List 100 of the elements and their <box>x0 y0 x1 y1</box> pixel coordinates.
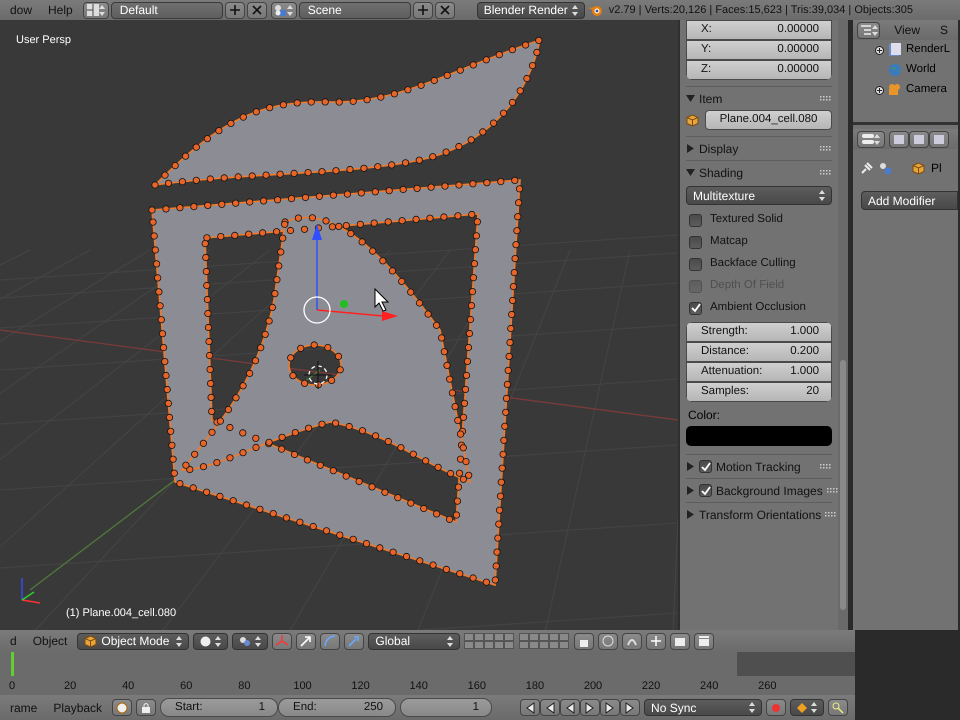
skip-end-icon <box>624 702 636 714</box>
menu-item[interactable]: S <box>934 21 954 39</box>
playback-button[interactable] <box>540 699 560 716</box>
editor-type-button[interactable] <box>857 22 880 38</box>
render-engine-dropdown[interactable]: Blender Render <box>476 2 585 18</box>
disclosure-triangle-icon[interactable] <box>686 462 695 471</box>
object-name-field[interactable]: Plane.004_cell.080 <box>705 110 832 130</box>
checkbox[interactable] <box>689 302 702 314</box>
panel-title[interactable]: Shading <box>699 164 816 182</box>
panel-title[interactable]: Item <box>699 90 816 108</box>
panel-title[interactable]: Transform Orientations <box>699 506 822 524</box>
up-down-arrows-icon <box>255 636 262 646</box>
active-object-label: (1) Plane.004_cell.080 <box>66 606 176 621</box>
transform-gizmo-drawing[interactable] <box>303 224 398 324</box>
up-down-arrows-icon <box>874 134 880 144</box>
orientation-dropdown[interactable]: Global <box>368 632 460 650</box>
close-icon <box>440 5 450 15</box>
playback-button[interactable] <box>620 699 640 716</box>
frame-number: 240 <box>700 679 718 694</box>
keying-dropdown[interactable] <box>790 699 824 716</box>
checkbox[interactable] <box>689 258 702 270</box>
shading-mode-dropdown[interactable]: Multitexture <box>686 186 832 205</box>
panel-title[interactable]: Display <box>699 140 816 158</box>
start-frame-field[interactable]: Start: 1 <box>160 698 278 717</box>
record-button[interactable] <box>766 699 786 716</box>
checkbox[interactable] <box>699 484 712 497</box>
playback-button[interactable] <box>580 699 600 716</box>
outliner-item[interactable]: Camera <box>853 80 958 100</box>
close-button[interactable] <box>434 2 455 18</box>
number-field[interactable]: X: 0.00000 <box>686 20 832 40</box>
properties-tab[interactable] <box>909 130 929 148</box>
sync-dropdown[interactable]: No Sync <box>644 699 762 716</box>
preview-range-button[interactable] <box>112 699 132 716</box>
snap-button[interactable] <box>622 632 642 650</box>
disclosure-triangle-icon[interactable] <box>686 486 695 495</box>
mode-dropdown[interactable]: Object Mode <box>77 632 190 650</box>
panel-title[interactable]: Background Images <box>716 482 823 500</box>
scrollbar-thumb[interactable] <box>840 360 846 610</box>
add-modifier-button[interactable]: Add Modifier <box>861 191 958 210</box>
snap-mode-button[interactable] <box>646 632 666 650</box>
number-field[interactable]: Z: 0.00000 <box>686 60 832 80</box>
menu-item[interactable]: rame <box>4 698 44 716</box>
scene-type-button[interactable] <box>270 2 297 18</box>
skip-start-icon <box>524 702 536 714</box>
playback-button[interactable] <box>520 699 540 716</box>
playback-button[interactable] <box>560 699 580 716</box>
menu-item[interactable]: Help <box>42 1 79 19</box>
frame-number: 20 <box>64 679 76 694</box>
layout-field[interactable]: Default <box>110 2 223 18</box>
number-field[interactable]: Attenuation: 1.000 <box>686 362 832 382</box>
checkbox[interactable] <box>689 214 702 226</box>
end-frame-field[interactable]: End: 250 <box>278 698 396 717</box>
outliner-item[interactable]: RenderL <box>853 40 958 60</box>
render-button[interactable] <box>670 632 690 650</box>
checkbox[interactable] <box>689 236 702 248</box>
number-field[interactable]: Distance: 0.200 <box>686 342 832 362</box>
menu-item[interactable]: Object <box>26 632 74 650</box>
rotate-button[interactable] <box>320 632 340 650</box>
frame-number: 140 <box>410 679 428 694</box>
add-button[interactable] <box>224 2 245 18</box>
sphere-icon <box>200 636 212 646</box>
menu-item[interactable]: dow <box>4 1 38 19</box>
properties-tab[interactable] <box>889 130 909 148</box>
disclosure-triangle-icon[interactable] <box>686 168 695 177</box>
current-frame-field[interactable]: 1 <box>400 698 492 717</box>
number-field[interactable]: Y: 0.00000 <box>686 40 832 60</box>
menu-item[interactable]: d <box>4 632 23 650</box>
properties-tab[interactable] <box>929 130 949 148</box>
3d-cursor-icon <box>304 360 332 390</box>
scale-button[interactable] <box>344 632 364 650</box>
add-button[interactable] <box>412 2 433 18</box>
panel-title[interactable]: Motion Tracking <box>716 458 816 476</box>
menu-item[interactable]: View <box>888 21 926 39</box>
translate-button[interactable] <box>296 632 316 650</box>
disclosure-triangle-icon[interactable] <box>686 94 695 103</box>
disclosure-triangle-icon[interactable] <box>686 144 695 153</box>
layout-type-button[interactable] <box>82 2 109 18</box>
outliner-item[interactable]: World <box>853 60 958 80</box>
scene-field[interactable]: Scene <box>298 2 411 18</box>
playback-button[interactable] <box>600 699 620 716</box>
editor-type-button[interactable] <box>857 130 885 148</box>
manipulator-toggle[interactable] <box>272 632 292 650</box>
close-button[interactable] <box>246 2 267 18</box>
expand-icon[interactable] <box>875 46 884 54</box>
keying-set-button[interactable] <box>828 699 848 716</box>
expand-icon[interactable] <box>875 86 884 94</box>
menu-item[interactable]: Playback <box>47 698 108 716</box>
up-down-arrows-icon <box>176 636 182 646</box>
viewport-shading-dropdown[interactable] <box>193 632 228 650</box>
animation-button[interactable] <box>694 632 714 650</box>
disclosure-triangle-icon[interactable] <box>686 510 695 519</box>
checkbox[interactable] <box>699 460 712 473</box>
outliner-icon <box>860 24 872 36</box>
number-field[interactable]: Samples: 20 <box>686 382 832 402</box>
color-swatch[interactable] <box>686 426 832 446</box>
pivot-dropdown[interactable] <box>232 632 268 650</box>
lock-button[interactable] <box>574 632 594 650</box>
lock-button[interactable] <box>136 699 156 716</box>
proportional-button[interactable] <box>598 632 618 650</box>
number-field[interactable]: Strength: 1.000 <box>686 322 832 342</box>
